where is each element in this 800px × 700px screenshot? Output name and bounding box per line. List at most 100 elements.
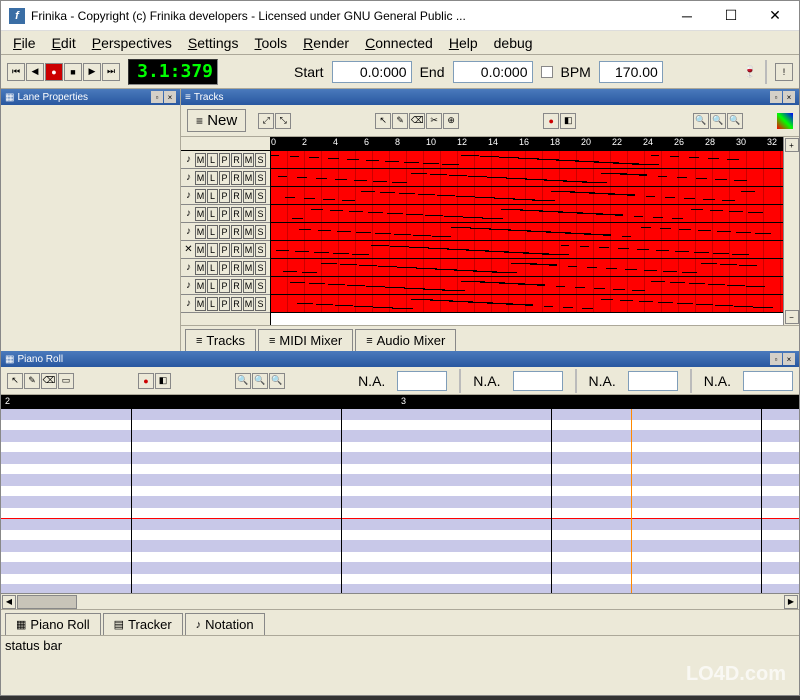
track-r-button[interactable]: R <box>231 189 242 203</box>
na-input-1[interactable] <box>397 371 447 391</box>
record-arm-icon[interactable]: ● <box>138 373 154 389</box>
track-m-button[interactable]: M <box>195 207 206 221</box>
piano-roll-row[interactable] <box>1 486 799 497</box>
na-input-4[interactable] <box>743 371 793 391</box>
piano-roll-row[interactable] <box>1 453 799 464</box>
track-s-button[interactable]: S <box>255 189 266 203</box>
piano-roll-row[interactable] <box>1 541 799 552</box>
track-l-button[interactable]: L <box>207 261 218 275</box>
track-s-button[interactable]: S <box>255 297 266 311</box>
toolbar-extra-button[interactable]: ! <box>775 63 793 81</box>
track-r-button[interactable]: R <box>231 207 242 221</box>
menu-file[interactable]: File <box>7 33 42 53</box>
track-s-button[interactable]: S <box>255 261 266 275</box>
menu-perspectives[interactable]: Perspectives <box>86 33 178 53</box>
cut-tool-icon[interactable]: ✂ <box>426 113 442 129</box>
piano-roll-row[interactable] <box>1 552 799 563</box>
track-m-button[interactable]: M <box>195 153 206 167</box>
track-s-button[interactable]: S <box>255 279 266 293</box>
track-l-button[interactable]: L <box>207 243 218 257</box>
snap-icon[interactable]: ◧ <box>560 113 576 129</box>
track-l-button[interactable]: L <box>207 225 218 239</box>
menu-edit[interactable]: Edit <box>46 33 82 53</box>
back-button[interactable]: ◀ <box>26 63 44 81</box>
expand-icon[interactable]: ⤢ <box>258 113 274 129</box>
piano-roll-row[interactable] <box>1 431 799 442</box>
tab-notation[interactable]: ♪Notation <box>185 613 265 635</box>
track-p-button[interactable]: P <box>219 279 230 293</box>
eraser-tool-icon[interactable]: ⌫ <box>41 373 57 389</box>
loop-checkbox[interactable] <box>541 66 553 78</box>
zoom-fit-icon[interactable]: 🔍 <box>269 373 285 389</box>
track-s-button[interactable]: S <box>255 225 266 239</box>
zoom-fit-icon[interactable]: 🔍 <box>727 113 743 129</box>
scrollbar-thumb[interactable] <box>17 595 77 609</box>
track-l-button[interactable]: L <box>207 189 218 203</box>
tab-audio-mixer[interactable]: ≡Audio Mixer <box>355 329 456 351</box>
track-p-button[interactable]: P <box>219 261 230 275</box>
panel-close-button[interactable]: × <box>783 353 795 365</box>
panel-min-button[interactable]: ▫ <box>770 91 782 103</box>
track-row[interactable] <box>271 187 783 205</box>
piano-roll-row[interactable] <box>1 464 799 475</box>
tab-piano-roll[interactable]: ▦Piano Roll <box>5 613 101 635</box>
track-m-button[interactable]: M <box>243 153 254 167</box>
track-m-button[interactable]: M <box>195 261 206 275</box>
tab-tracks[interactable]: ≡Tracks <box>185 329 256 351</box>
collapse-icon[interactable]: ⤡ <box>275 113 291 129</box>
track-r-button[interactable]: R <box>231 153 242 167</box>
track-l-button[interactable]: L <box>207 297 218 311</box>
menu-render[interactable]: Render <box>297 33 355 53</box>
piano-roll-row[interactable] <box>1 475 799 486</box>
menu-help[interactable]: Help <box>443 33 484 53</box>
track-p-button[interactable]: P <box>219 243 230 257</box>
play-button[interactable]: ▶ <box>83 63 101 81</box>
track-m-button[interactable]: M <box>195 297 206 311</box>
track-row[interactable] <box>271 259 783 277</box>
menu-tools[interactable]: Tools <box>248 33 293 53</box>
panel-min-button[interactable]: ▫ <box>151 91 163 103</box>
track-m-button[interactable]: M <box>243 207 254 221</box>
track-row[interactable] <box>271 151 783 169</box>
track-row[interactable] <box>271 223 783 241</box>
track-s-button[interactable]: S <box>255 171 266 185</box>
track-r-button[interactable]: R <box>231 279 242 293</box>
pointer-tool-icon[interactable]: ↖ <box>375 113 391 129</box>
na-input-3[interactable] <box>628 371 678 391</box>
piano-roll-row[interactable] <box>1 563 799 574</box>
track-m-button[interactable]: M <box>195 279 206 293</box>
close-button[interactable]: ✕ <box>753 2 797 30</box>
na-input-2[interactable] <box>513 371 563 391</box>
record-button[interactable]: ● <box>45 63 63 81</box>
track-m-button[interactable]: M <box>243 297 254 311</box>
track-m-button[interactable]: M <box>243 243 254 257</box>
track-row[interactable] <box>271 241 783 259</box>
zoom-in-icon[interactable]: 🔍 <box>693 113 709 129</box>
timeline-ruler[interactable]: 02468101214161820222426283032 <box>271 137 783 151</box>
pencil-tool-icon[interactable]: ✎ <box>24 373 40 389</box>
vertical-scrollbar[interactable]: + − <box>783 137 799 325</box>
piano-roll-row[interactable] <box>1 585 799 593</box>
horizontal-scrollbar[interactable]: ◀ ▶ <box>1 593 799 609</box>
start-input[interactable] <box>332 61 412 83</box>
bpm-input[interactable] <box>599 61 663 83</box>
track-m-button[interactable]: M <box>243 225 254 239</box>
track-row[interactable] <box>271 277 783 295</box>
track-m-button[interactable]: M <box>243 261 254 275</box>
track-p-button[interactable]: P <box>219 207 230 221</box>
track-m-button[interactable]: M <box>243 171 254 185</box>
piano-roll-row[interactable] <box>1 420 799 431</box>
track-m-button[interactable]: M <box>243 189 254 203</box>
menu-connected[interactable]: Connected <box>359 33 439 53</box>
track-row[interactable] <box>271 205 783 223</box>
forward-button[interactable]: ⏭ <box>102 63 120 81</box>
track-r-button[interactable]: R <box>231 243 242 257</box>
menu-settings[interactable]: Settings <box>182 33 245 53</box>
track-r-button[interactable]: R <box>231 171 242 185</box>
track-p-button[interactable]: P <box>219 153 230 167</box>
piano-roll-grid[interactable]: 2 3 <box>1 395 799 593</box>
eraser-tool-icon[interactable]: ⌫ <box>409 113 425 129</box>
track-l-button[interactable]: L <box>207 207 218 221</box>
minimize-button[interactable]: ─ <box>665 2 709 30</box>
track-row[interactable] <box>271 169 783 187</box>
